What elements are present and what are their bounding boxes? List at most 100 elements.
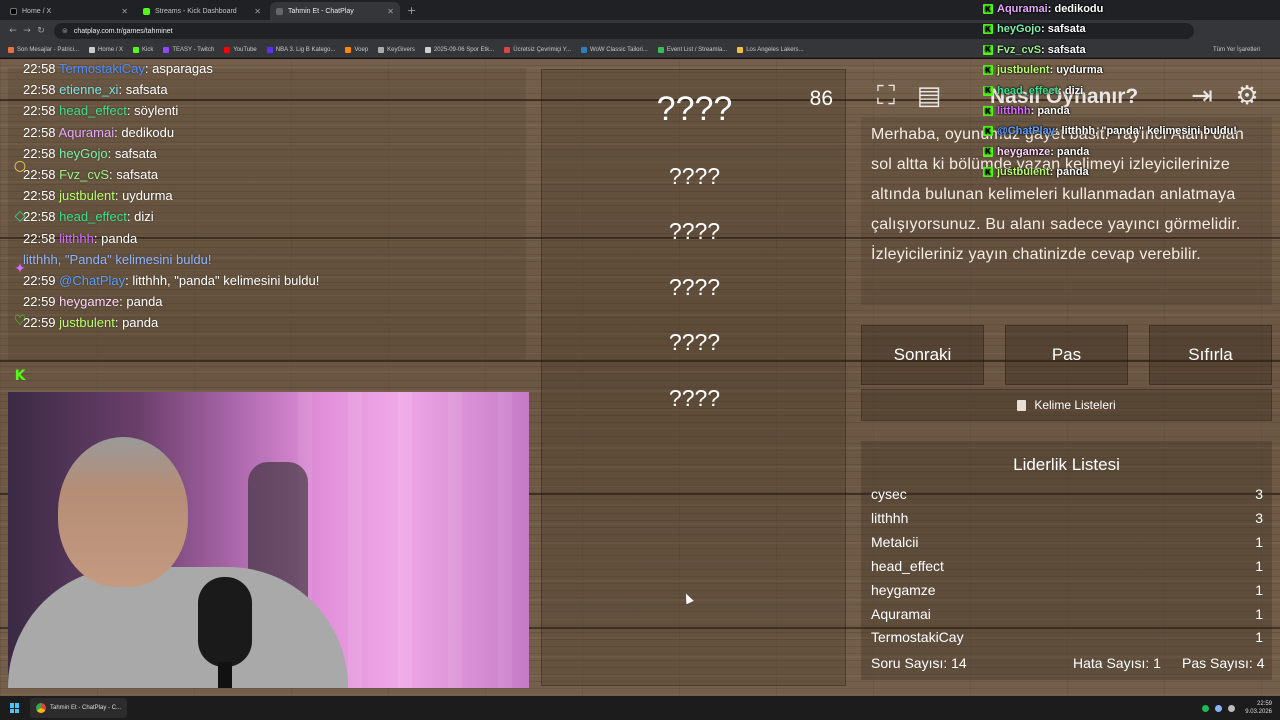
- bookmark-item[interactable]: Home / X: [89, 46, 123, 53]
- chat-username[interactable]: heygamze: [59, 294, 119, 309]
- browser-tab-active[interactable]: Tahmin Et - ChatPlay ✕: [270, 2, 400, 20]
- taskbar-app-label: Tahmin Et - ChatPlay - C...: [50, 705, 122, 711]
- kick-badge-icon: K: [983, 167, 993, 178]
- site-info-icon[interactable]: ⊜: [62, 27, 68, 35]
- kick-chat-line: Kjustbulent: uydurma: [983, 61, 1103, 79]
- chat-message: 22:58 TermostakiCay: asparagas: [23, 61, 213, 76]
- notes-icon[interactable]: ▤: [911, 78, 947, 114]
- pass-button[interactable]: Pas: [1005, 325, 1128, 385]
- leaderboard-name: heygamze: [871, 581, 936, 598]
- chat-message: 22:58 justbulent: uydurma: [23, 188, 173, 204]
- chat-username[interactable]: heyGojo: [59, 146, 107, 161]
- chat-timestamp: 22:58: [23, 61, 56, 76]
- leaderboard-score: 1: [1255, 581, 1263, 598]
- kick-chat-username: Aquramai: [997, 3, 1048, 15]
- bookmark-item[interactable]: 2025-09-06 Spor Etk...: [424, 46, 495, 53]
- pass-count: Pas Sayısı: 4: [1182, 655, 1265, 671]
- chat-username[interactable]: head_effect: [59, 103, 127, 118]
- target-word: ????: [656, 90, 733, 128]
- bookmark-item[interactable]: YouTube: [224, 46, 257, 53]
- circle-badge-icon: ○: [13, 158, 27, 174]
- next-button[interactable]: Sonraki: [861, 325, 984, 385]
- chat-text: söylenti: [134, 103, 179, 119]
- chat-text: uydurma: [122, 188, 173, 204]
- bookmark-label: 2025-09-06 Spor Etk...: [433, 46, 495, 53]
- leaderboard-name: head_effect: [871, 557, 944, 574]
- back-icon[interactable]: ←: [6, 26, 20, 36]
- leaderboard-score: 1: [1255, 557, 1263, 574]
- bookmark-item[interactable]: Los Angeles Lakers...: [737, 46, 804, 53]
- chat-timestamp: 22:58: [23, 230, 56, 246]
- tab-close-icon[interactable]: ✕: [254, 7, 261, 16]
- bookmark-label: NBA 3. Lig B Katego...: [275, 46, 336, 53]
- kick-chat-text: : dedikodu: [1047, 3, 1104, 15]
- kick-badge-icon: K: [983, 65, 993, 76]
- chat-message: 22:58 head_effect: dizi: [23, 209, 154, 225]
- chat-username[interactable]: TermostakiCay: [59, 61, 145, 76]
- chat-message: 22:59 justbulent: panda: [23, 315, 159, 331]
- leaderboard-score: 1: [1255, 629, 1263, 646]
- leaderboard-score: 1: [1255, 533, 1263, 550]
- bookmark-label: Los Angeles Lakers...: [746, 46, 804, 53]
- chat-username[interactable]: etienne_xi: [59, 82, 118, 97]
- chat-timestamp: 22:58: [23, 103, 56, 119]
- exit-icon[interactable]: ⇥: [1184, 78, 1220, 114]
- tab-close-icon[interactable]: ✕: [121, 7, 128, 16]
- windows-start-icon[interactable]: [10, 703, 20, 713]
- kick-chat-line: K @ChatPlay: litthhh, "panda" kelimesini …: [983, 122, 1237, 140]
- spotify-icon[interactable]: [1202, 704, 1210, 712]
- chat-username[interactable]: justbulent: [59, 188, 115, 203]
- bookmark-item[interactable]: NBA 3. Lig B Katego...: [266, 46, 336, 53]
- kick-chat-text: : safsata: [1041, 43, 1086, 56]
- kick-chat-username: head_effect: [997, 84, 1059, 97]
- tab-close-icon[interactable]: ✕: [387, 7, 394, 16]
- bookmark-item[interactable]: WoW Classic Tailori...: [581, 46, 648, 53]
- all-bookmarks-link[interactable]: Tüm Yer İşaretleri: [1213, 47, 1260, 53]
- clock-time: 22:59: [1256, 701, 1272, 707]
- forward-icon[interactable]: →: [20, 26, 34, 36]
- leaderboard-score: 1: [1255, 605, 1263, 622]
- bookmark-item[interactable]: Kick: [133, 46, 153, 53]
- microphone: [198, 577, 252, 667]
- bookmarks-bar: Son Mesajlar - Patrici... Home / X Kick TEA…: [0, 42, 1280, 58]
- settings-gear-icon[interactable]: ⚙: [1229, 78, 1265, 114]
- forbidden-word: ????: [668, 163, 721, 189]
- kick-chat-text: : dizi: [1058, 84, 1084, 97]
- chatplay-favicon-icon: [276, 7, 283, 15]
- new-tab-icon[interactable]: +: [407, 2, 416, 20]
- bookmark-item[interactable]: KeyGivers: [378, 46, 415, 53]
- bookmark-item[interactable]: Ücretsiz Çevrimiçi Y...: [504, 46, 571, 53]
- fullscreen-icon[interactable]: ⛶: [868, 78, 904, 114]
- system-clock[interactable]: 22:59 9.03.2026: [1245, 700, 1272, 716]
- network-icon[interactable]: [1215, 704, 1223, 712]
- heart-badge-icon: ♡: [13, 313, 27, 329]
- chat-username[interactable]: Fvz_cvS: [59, 167, 109, 182]
- curtain-fold: [398, 392, 412, 688]
- chat-message: 22:59 @ChatPlay: litthhh, "panda" kelime…: [23, 273, 320, 288]
- leaderboard-name: Metalcii: [871, 533, 919, 550]
- bookmark-item[interactable]: Voep: [345, 46, 368, 53]
- chat-timestamp: 22:58: [23, 188, 56, 204]
- chat-message: 22:58 Fvz_cvS: safsata: [23, 167, 159, 182]
- chat-username[interactable]: justbulent: [59, 315, 115, 330]
- kick-chat-username: justbulent: [997, 166, 1050, 179]
- taskbar-chrome-app[interactable]: Tahmin Et - ChatPlay - C...: [30, 698, 128, 718]
- bookmark-item[interactable]: TEASY - Twitch: [163, 46, 214, 53]
- bookmark-item[interactable]: Event List / Streamla...: [657, 46, 727, 53]
- browser-tab[interactable]: Home / X ✕: [4, 2, 134, 20]
- stream-chat-overlay: 22:58 TermostakiCay: asparagas 22:58 etie…: [8, 61, 526, 360]
- volume-icon[interactable]: [1228, 704, 1236, 712]
- chat-username[interactable]: @ChatPlay: [59, 273, 125, 288]
- browser-tab[interactable]: Streams - Kick Dashboard ✕: [137, 2, 267, 20]
- bookmark-item[interactable]: Son Mesajlar - Patrici...: [8, 46, 79, 53]
- tab-title: Tahmin Et - ChatPlay: [288, 7, 354, 15]
- chat-username[interactable]: head_effect: [59, 209, 127, 224]
- kick-chat-username: litthhh: [997, 105, 1031, 117]
- forbidden-word: ????: [668, 274, 721, 300]
- chat-username[interactable]: Aquramai: [58, 125, 114, 140]
- word-lists-button[interactable]: Kelime Listeleri: [861, 389, 1272, 421]
- reload-icon[interactable]: ↻: [34, 26, 48, 36]
- curtain-fold: [498, 392, 512, 688]
- chat-username[interactable]: litthhh: [59, 231, 94, 246]
- reset-button[interactable]: Sıfırla: [1149, 325, 1272, 385]
